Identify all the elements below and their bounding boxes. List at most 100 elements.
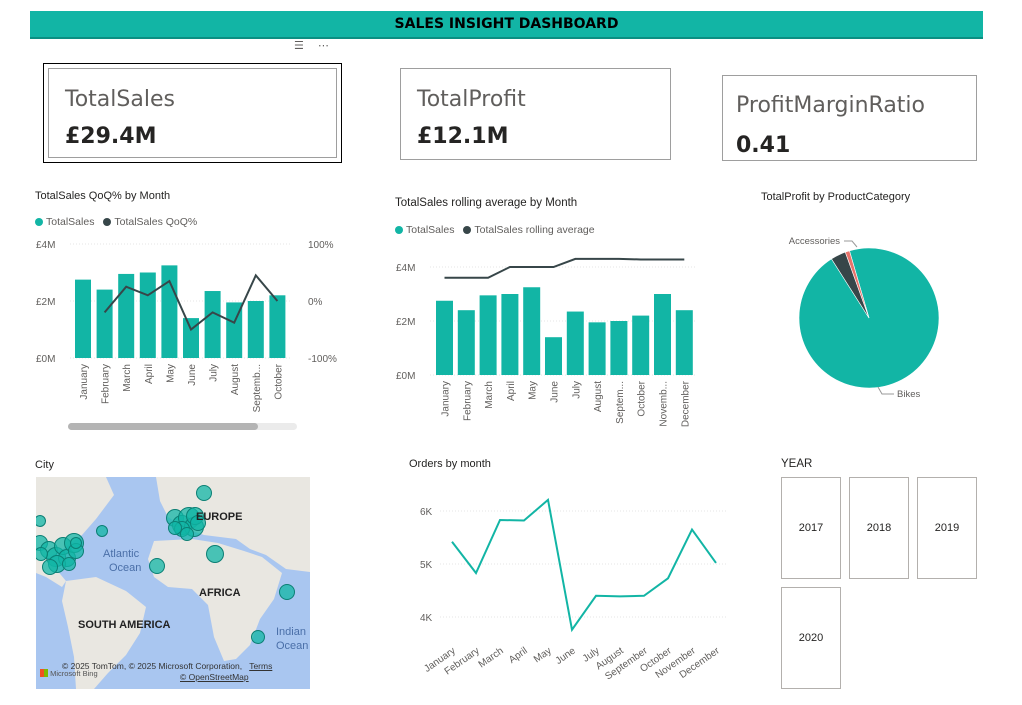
bar: [501, 294, 519, 375]
map-label-indian-ocean: Ocean: [276, 640, 309, 652]
city-bubble[interactable]: [168, 521, 182, 535]
qoq-chart[interactable]: £0M £2M £4M -100% 0% 100% January February March…: [30, 232, 350, 432]
bar: [204, 291, 221, 358]
leader-line: [844, 240, 858, 248]
y-tick-label: £2M: [396, 317, 415, 328]
legend-item: TotalSales: [406, 224, 455, 236]
bar: [654, 294, 671, 375]
filter-icon[interactable]: ☰: [294, 40, 318, 52]
city-bubble[interactable]: [96, 525, 108, 537]
x-tick-label: Septem...: [615, 381, 626, 424]
bar: [269, 295, 286, 358]
bar: [610, 321, 628, 375]
pie-label: Bikes: [897, 389, 920, 400]
kpi-value: £12.1M: [417, 124, 509, 149]
legend-item: TotalSales QoQ%: [114, 216, 198, 228]
y2-tick-label: 100%: [308, 240, 334, 251]
map-label-south-america: SOUTH AMERICA: [78, 619, 171, 631]
year-option-2017[interactable]: 2017: [781, 477, 841, 579]
leader-line: [877, 386, 894, 395]
bar: [247, 301, 264, 358]
qoq-chart-title: TotalSales QoQ% by Month: [35, 190, 171, 202]
pie-chart[interactable]: Accessories Bikes: [770, 225, 970, 405]
x-tick-label: March: [477, 645, 506, 670]
y-tick-label: 5K: [420, 560, 433, 571]
y-tick-label: £0M: [396, 371, 415, 382]
bar: [545, 337, 562, 375]
map-label-indian: Indian: [276, 626, 306, 638]
kpi-value: 0.41: [736, 133, 791, 158]
bar: [139, 272, 156, 358]
map-label-atlantic: Atlantic: [103, 548, 140, 560]
x-tick-label: May: [532, 645, 554, 665]
y2-tick-label: 0%: [308, 297, 323, 308]
orders-chart-title: Orders by month: [409, 458, 491, 470]
year-slicer-title: YEAR: [781, 458, 813, 470]
bar: [632, 315, 650, 375]
x-tick-label: April: [144, 364, 155, 384]
y-tick-label: 4K: [420, 613, 433, 624]
qoq-chart-legend: TotalSales TotalSales QoQ%: [35, 216, 203, 228]
map-title: City: [35, 459, 54, 471]
y-tick-label: £2M: [36, 297, 55, 308]
map-label-europe: EUROPE: [196, 511, 243, 523]
osm-link[interactable]: © OpenStreetMap: [180, 672, 249, 682]
kpi-label: TotalProfit: [417, 87, 526, 112]
orders-chart[interactable]: 4K5K6KJanuaryFebruaryMarch April May June Ju…: [400, 480, 740, 695]
x-tick-label: April: [506, 381, 517, 401]
x-tick-label: July: [571, 381, 582, 399]
x-tick-label: January: [441, 381, 452, 417]
terms-link[interactable]: Terms: [249, 661, 272, 671]
x-tick-label: August: [230, 364, 241, 395]
pie-chart-title: TotalProfit by ProductCategory: [761, 191, 911, 203]
x-tick-label: March: [484, 381, 495, 409]
kpi-card-total-sales[interactable]: TotalSales £29.4M: [43, 63, 342, 163]
city-bubble[interactable]: [279, 584, 295, 600]
y-tick-label: £4M: [396, 263, 415, 274]
rolling-average-line: [444, 257, 685, 279]
kpi-card-total-profit[interactable]: TotalProfit £12.1M: [400, 68, 671, 160]
year-option-2020[interactable]: 2020: [781, 587, 841, 689]
x-tick-label: June: [187, 364, 198, 386]
city-bubble[interactable]: [62, 557, 76, 571]
map-label-africa: AFRICA: [199, 587, 241, 599]
city-bubble[interactable]: [70, 537, 82, 549]
pie-label: Accessories: [789, 236, 840, 247]
kpi-label: ProfitMarginRatio: [736, 93, 926, 118]
y-tick-label: 6K: [420, 507, 433, 518]
legend-item: TotalSales: [46, 216, 95, 228]
x-tick-label: May: [528, 381, 539, 400]
y2-tick-label: -100%: [308, 354, 337, 365]
dashboard-title: SALES INSIGHT DASHBOARD: [30, 11, 983, 39]
city-bubble[interactable]: [42, 559, 58, 575]
x-tick-label: April: [507, 645, 530, 665]
city-bubble[interactable]: [251, 630, 265, 644]
x-tick-label: Septemb...: [252, 364, 263, 412]
year-option-2019[interactable]: 2019: [917, 477, 977, 579]
x-tick-label: October: [637, 380, 648, 416]
x-tick-label: January: [79, 364, 90, 400]
kpi-label: TotalSales: [65, 87, 175, 112]
city-bubble[interactable]: [206, 545, 224, 563]
rolling-chart[interactable]: £0M £2M £4M January February March April May Jun…: [390, 240, 710, 440]
kpi-card-profit-margin[interactable]: ProfitMarginRatio 0.41: [722, 75, 977, 161]
rolling-chart-title: TotalSales rolling average by Month: [395, 197, 578, 209]
x-tick-label: June: [554, 645, 578, 667]
year-option-2018[interactable]: 2018: [849, 477, 909, 579]
city-bubble[interactable]: [196, 485, 212, 501]
x-tick-label: March: [122, 364, 133, 392]
visual-header-icons: ☰⋯: [294, 39, 343, 52]
bar: [566, 311, 584, 375]
map-label-atlantic-ocean: Ocean: [109, 562, 142, 574]
bar: [479, 295, 497, 375]
y-tick-label: £0M: [36, 354, 55, 365]
bar: [523, 287, 541, 375]
x-tick-label: August: [593, 381, 604, 412]
bar: [457, 310, 475, 375]
orders-line: [451, 497, 717, 633]
city-bubble[interactable]: [149, 558, 165, 574]
more-options-icon[interactable]: ⋯: [318, 40, 343, 52]
bar: [675, 310, 693, 375]
city-map[interactable]: EUROPE Atlantic Ocean AFRICA SOUTH AMERI…: [36, 477, 310, 689]
x-tick-label: May: [165, 364, 176, 383]
